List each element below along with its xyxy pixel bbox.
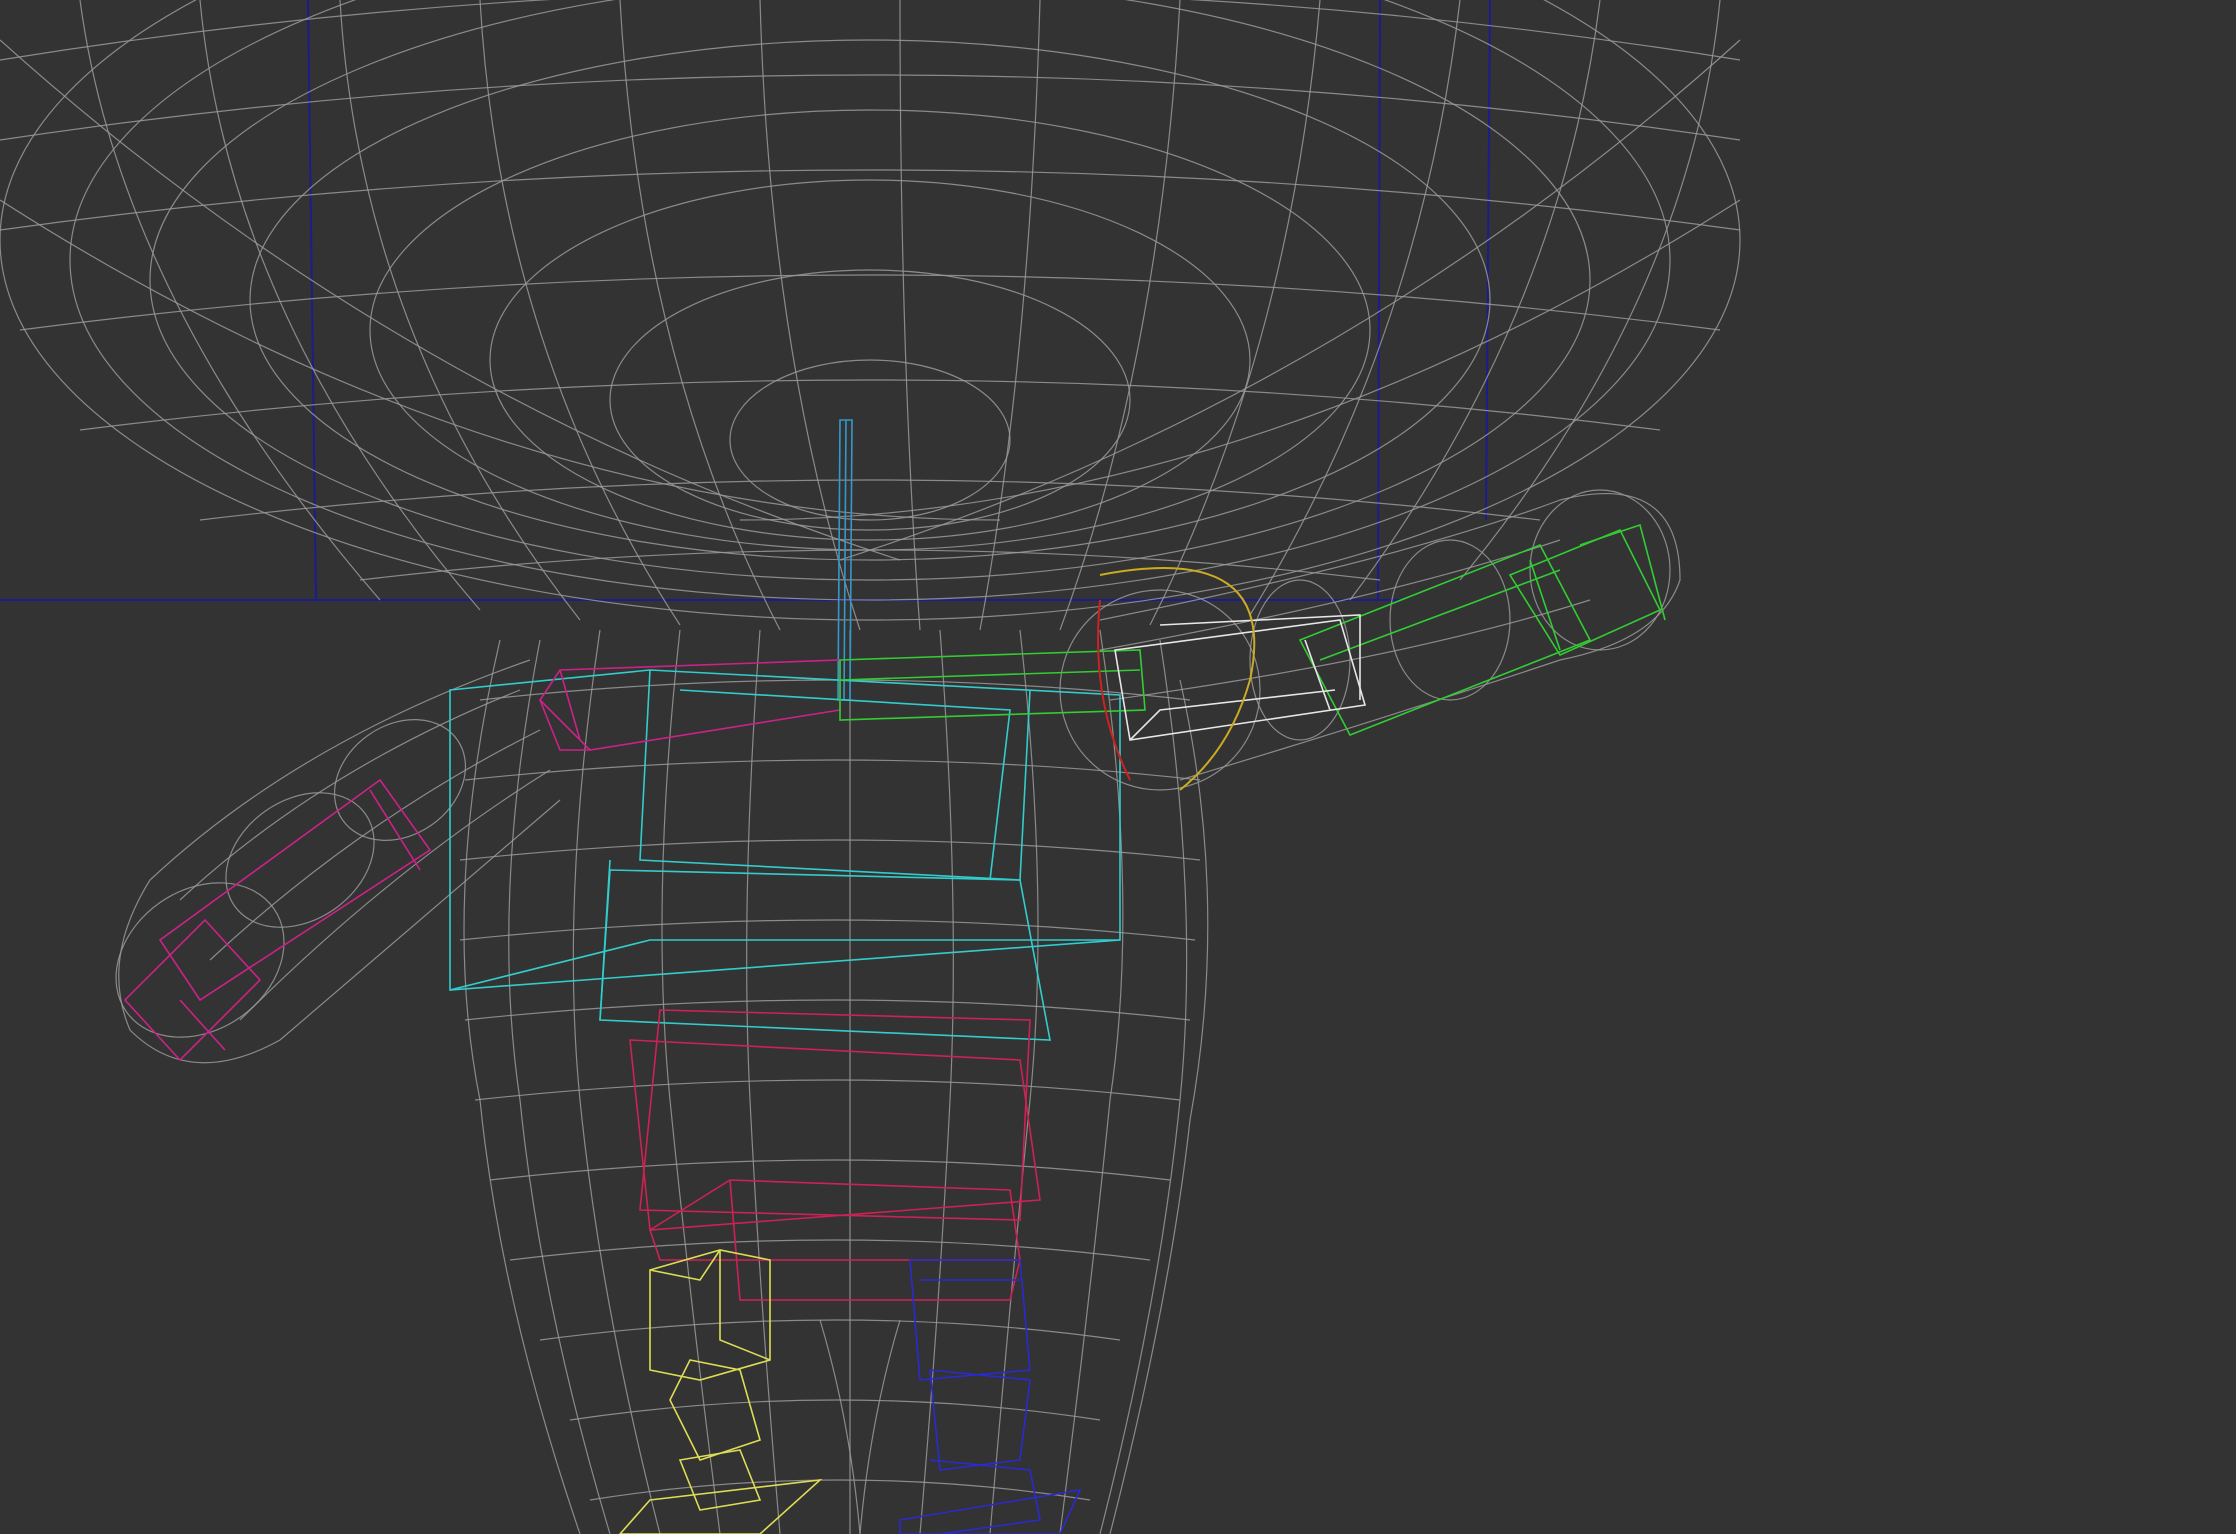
left-arm-bones[interactable]	[123, 659, 841, 1062]
3d-viewport[interactable]	[0, 0, 2236, 1534]
left-arm-mesh	[115, 659, 561, 1064]
head-mesh	[0, 0, 1741, 631]
body-mesh	[459, 629, 1209, 1534]
wireframe-scene[interactable]	[0, 0, 2236, 1534]
selected-forearm-bone[interactable]	[1114, 614, 1367, 741]
rotation-gizmo[interactable]	[1097, 567, 1256, 791]
pelvis-bone[interactable]	[629, 1009, 1041, 1301]
construction-lines	[0, 0, 1491, 601]
right-leg-bones[interactable]	[899, 1259, 1082, 1534]
right-arm-mesh	[1059, 489, 1681, 791]
